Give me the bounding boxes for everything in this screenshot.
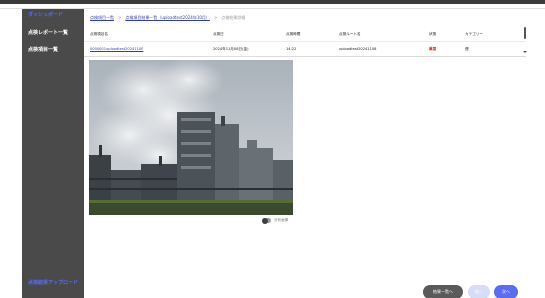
cell-date: 2024年11月08日(金) bbox=[213, 47, 249, 51]
scroll-down-icon[interactable] bbox=[523, 51, 527, 53]
cell-time: 14:22 bbox=[286, 47, 297, 51]
results-table: 点検項目名 点検日 点検時間 点検ルート名 状態 カテゴリー 0000001up… bbox=[84, 27, 526, 57]
table-row: 0000001uploadtest2024110E 2024年11月08日(金)… bbox=[84, 42, 526, 57]
next-button[interactable]: 次へ bbox=[494, 285, 518, 298]
cell-item-name-link[interactable]: 0000001uploadtest2024110E bbox=[90, 47, 143, 52]
breadcrumb: 点検項目一覧 > 点検項目結果一覧（uploadtest2024年10月） > … bbox=[90, 15, 245, 20]
breadcrumb-separator-icon: > bbox=[213, 15, 218, 20]
sidebar-item-dashboard[interactable]: ダッシュボード bbox=[28, 12, 63, 19]
sidebar-item-inspection-report-list[interactable]: 点検レポート一覧 bbox=[28, 30, 68, 37]
column-header-date: 点検日 bbox=[213, 32, 224, 36]
sidebar-item-inspection-item-list[interactable]: 点検項目一覧 bbox=[28, 47, 58, 54]
industrial-plant-image bbox=[89, 60, 293, 215]
column-header-status: 状態 bbox=[429, 32, 437, 36]
inspection-photo bbox=[89, 60, 293, 215]
toggle-knob bbox=[262, 217, 268, 224]
sidebar: ダッシュボード 点検レポート一覧 点検項目一覧 点検結果アップロード bbox=[22, 9, 84, 298]
analysis-image-toggle[interactable]: 分析画像 bbox=[262, 217, 289, 224]
breadcrumb-item-list[interactable]: 点検項目一覧 bbox=[90, 15, 114, 20]
column-header-category: カテゴリー bbox=[465, 32, 483, 36]
table-scrollbar[interactable] bbox=[523, 27, 527, 55]
cell-route-name: uploadtest20241108 bbox=[339, 47, 377, 51]
toggle-label: 分析画像 bbox=[274, 218, 289, 222]
table-header-row: 点検項目名 点検日 点検時間 点検ルート名 状態 カテゴリー bbox=[84, 27, 526, 42]
main-content: 点検項目一覧 > 点検項目結果一覧（uploadtest2024年10月） > … bbox=[84, 9, 545, 298]
prev-button[interactable]: 前へ bbox=[468, 285, 490, 298]
breadcrumb-item-results[interactable]: 点検項目結果一覧（uploadtest2024年10月） bbox=[125, 15, 210, 20]
breadcrumb-separator-icon: > bbox=[118, 15, 122, 20]
top-accent-bar bbox=[0, 0, 545, 4]
toggle-switch[interactable] bbox=[262, 217, 271, 224]
column-header-time: 点検時間 bbox=[286, 32, 301, 36]
column-header-item-name: 点検項目名 bbox=[90, 32, 108, 36]
cell-status: 異常 bbox=[429, 47, 437, 51]
breadcrumb-item-current: 点検結果詳細 bbox=[221, 15, 246, 20]
back-to-list-button[interactable]: 結果一覧へ bbox=[423, 285, 463, 298]
sidebar-item-result-upload[interactable]: 点検結果アップロード bbox=[28, 280, 78, 287]
column-header-route-name: 点検ルート名 bbox=[339, 32, 361, 36]
top-bar bbox=[0, 0, 545, 9]
scrollbar-thumb[interactable] bbox=[524, 27, 526, 39]
cell-category: 煙 bbox=[465, 47, 469, 51]
